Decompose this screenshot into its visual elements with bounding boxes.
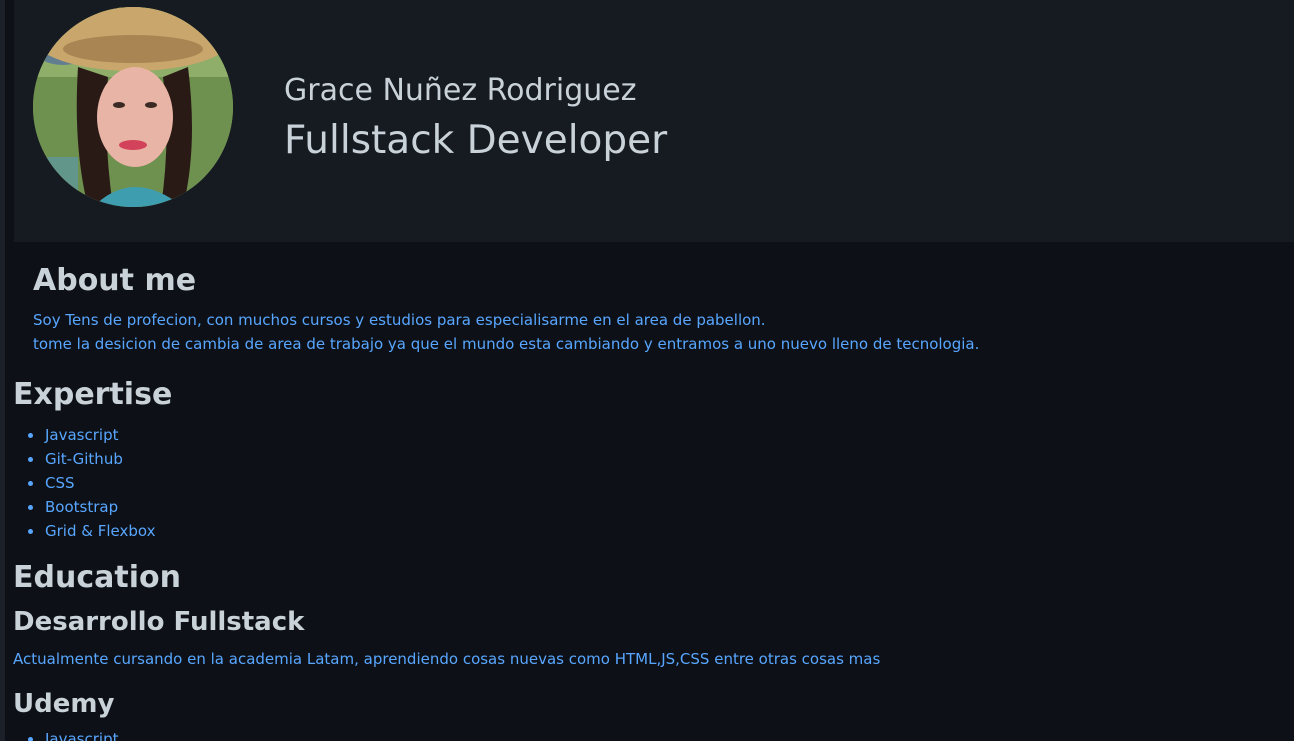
education-entry-description: Actualmente cursando en la academia Lata… [13,650,881,668]
education-entry-title: Udemy [13,689,115,719]
udemy-list: Javascript [13,727,118,741]
list-item: CSS [13,471,155,495]
list-item: Bootstrap [13,495,155,519]
profile-header: Grace Nuñez Rodriguez Fullstack Develope… [14,0,1294,242]
portfolio-page: Grace Nuñez Rodriguez Fullstack Develope… [0,0,1294,741]
education-heading: Education [13,560,181,595]
list-item: Javascript [13,727,118,741]
expertise-heading: Expertise [13,377,173,412]
about-line-1: Soy Tens de profecion, con muchos cursos… [33,311,766,329]
list-item: Javascript [13,423,155,447]
about-heading: About me [33,263,197,298]
list-item: Git-Github [13,447,155,471]
expertise-list: Javascript Git-Github CSS Bootstrap Grid… [13,423,155,543]
profile-photo [33,7,233,207]
profile-avatar [33,7,233,207]
profile-name: Grace Nuñez Rodriguez [284,73,637,108]
list-item: Grid & Flexbox [13,519,155,543]
about-line-2: tome la desicion de cambia de area de tr… [33,335,980,353]
profile-role: Fullstack Developer [284,118,668,163]
education-entry-title: Desarrollo Fullstack [13,607,305,637]
